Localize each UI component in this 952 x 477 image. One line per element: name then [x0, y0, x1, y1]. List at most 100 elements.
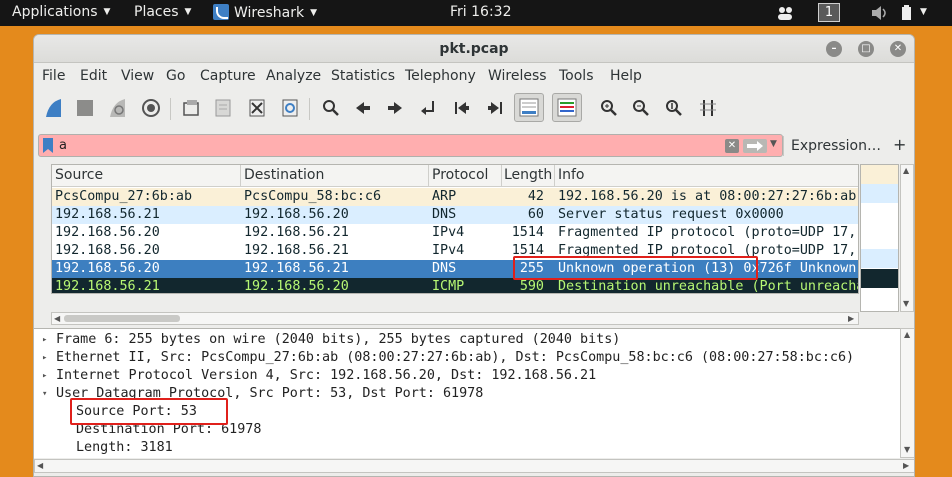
table-row[interactable]: 192.168.56.21 192.168.56.20 DNS 60 Server st… [52, 206, 858, 224]
scroll-down-icon[interactable]: ▼ [904, 445, 910, 454]
autoscroll-icon[interactable] [514, 93, 544, 122]
scroll-down-icon[interactable]: ▼ [903, 299, 909, 308]
scroll-right-icon[interactable]: ▶ [903, 461, 909, 470]
start-capture-icon[interactable] [40, 95, 66, 121]
scroll-up-icon[interactable]: ▲ [904, 330, 910, 339]
packet-list-horizontal-scrollbar[interactable]: ◀ ▶ [51, 312, 859, 325]
scroll-up-icon[interactable]: ▲ [903, 166, 909, 175]
table-row[interactable]: PcsCompu_27:6b:ab PcsCompu_58:bc:c6 ARP 42 1… [52, 188, 858, 206]
scroll-thumb[interactable] [64, 315, 180, 322]
column-length[interactable]: Length [504, 167, 552, 183]
open-file-icon[interactable] [178, 95, 204, 121]
cell-destination: 192.168.56.21 [244, 243, 349, 258]
column-info[interactable]: Info [558, 167, 585, 183]
volume-icon[interactable] [871, 5, 889, 25]
restart-capture-icon[interactable] [104, 95, 130, 121]
menu-analyze[interactable]: Analyze [266, 68, 321, 84]
table-row[interactable]: 192.168.56.20 192.168.56.21 IPv4 1514 Fragme… [52, 224, 858, 242]
display-filter-input[interactable]: a ✕ ▼ [38, 134, 783, 157]
applications-menu[interactable]: Applications ▼ [12, 4, 110, 20]
clock[interactable]: Fri 16:32 [450, 4, 511, 20]
go-to-packet-icon[interactable] [416, 95, 442, 121]
menu-capture[interactable]: Capture [200, 68, 256, 84]
menu-help[interactable]: Help [610, 68, 642, 84]
people-icon[interactable] [776, 5, 794, 25]
colorize-icon[interactable] [552, 93, 582, 122]
menu-view[interactable]: View [121, 68, 154, 84]
menu-statistics[interactable]: Statistics [331, 68, 395, 84]
normal-size-icon[interactable] [661, 95, 687, 121]
close-file-icon[interactable] [244, 95, 270, 121]
apply-filter-icon[interactable] [743, 139, 767, 153]
top-panel: Applications ▼ Places ▼ Wireshark ▼ Fri 16:… [0, 0, 952, 26]
workspace-indicator[interactable]: 1 [818, 3, 840, 22]
window-title: pkt.pcap [439, 41, 509, 57]
detail-row[interactable]: ▸ Ethernet II, Src: PcsCompu_27:6b:ab (08… [34, 349, 900, 367]
packet-list-vertical-scrollbar[interactable]: ▲ ▼ [900, 164, 914, 312]
cell-protocol: IPv4 [432, 243, 465, 258]
menu-file[interactable]: File [42, 68, 65, 84]
clear-filter-icon[interactable]: ✕ [725, 139, 739, 153]
scroll-left-icon[interactable]: ◀ [37, 461, 43, 470]
scroll-right-icon[interactable]: ▶ [848, 314, 854, 323]
stop-capture-icon[interactable] [72, 95, 98, 121]
cell-length: 42 [527, 189, 544, 204]
collapse-icon[interactable]: ▾ [42, 385, 47, 403]
places-label: Places [134, 4, 179, 20]
detail-text: Ethernet II, Src: PcsCompu_27:6b:ab (08:… [56, 350, 855, 365]
menu-go[interactable]: Go [166, 68, 185, 84]
column-protocol[interactable]: Protocol [432, 167, 488, 183]
chevron-down-icon: ▼ [310, 8, 318, 18]
table-row[interactable]: 192.168.56.21 192.168.56.20 ICMP 590 Destina… [52, 278, 858, 294]
menu-telephony[interactable]: Telephony [405, 68, 476, 84]
details-horizontal-scrollbar[interactable]: ◀ ▶ [34, 459, 914, 473]
packet-details-pane[interactable]: ▸ Frame 6: 255 bytes on wire (2040 bits),… [34, 328, 900, 458]
cell-source: 192.168.56.20 [55, 261, 160, 276]
cell-destination: PcsCompu_58:bc:c6 [244, 189, 382, 204]
menu-bar: File Edit View Go Capture Analyze Statis… [34, 64, 914, 89]
filter-history-dropdown-icon[interactable]: ▼ [770, 139, 777, 149]
expand-icon[interactable]: ▸ [42, 367, 47, 385]
packet-minimap[interactable] [860, 164, 899, 312]
cell-protocol: ICMP [432, 279, 465, 294]
expand-icon[interactable]: ▸ [42, 349, 47, 367]
maximize-icon[interactable]: □ [858, 41, 874, 57]
first-packet-icon[interactable] [449, 95, 475, 121]
add-filter-button[interactable]: + [893, 135, 906, 154]
menu-edit[interactable]: Edit [80, 68, 107, 84]
places-menu[interactable]: Places ▼ [134, 4, 191, 20]
menu-wireless[interactable]: Wireless [488, 68, 547, 84]
details-vertical-scrollbar[interactable]: ▲ ▼ [900, 328, 914, 458]
system-menu-arrow[interactable]: ▼ [920, 4, 927, 20]
zoom-out-icon[interactable] [628, 95, 654, 121]
bookmark-icon[interactable] [43, 138, 53, 153]
menu-tools[interactable]: Tools [559, 68, 594, 84]
cell-destination: 192.168.56.21 [244, 225, 349, 240]
minimize-icon[interactable]: – [826, 41, 842, 57]
go-back-icon[interactable] [350, 95, 376, 121]
expression-button[interactable]: Expression… [791, 138, 881, 154]
display-filter-value: a [59, 138, 67, 153]
last-packet-icon[interactable] [482, 95, 508, 121]
column-destination[interactable]: Destination [244, 167, 324, 183]
save-file-icon[interactable] [210, 95, 236, 121]
reload-file-icon[interactable] [277, 95, 303, 121]
battery-icon[interactable] [899, 5, 915, 25]
zoom-in-icon[interactable] [596, 95, 622, 121]
window-titlebar[interactable]: pkt.pcap – □ ✕ [34, 35, 914, 63]
active-app-menu[interactable]: Wireshark ▼ [213, 4, 317, 21]
scroll-left-icon[interactable]: ◀ [54, 314, 60, 323]
main-toolbar [34, 90, 914, 127]
detail-row[interactable]: ▸ Internet Protocol Version 4, Src: 192.1… [34, 367, 900, 385]
detail-row[interactable]: Length: 3181 [34, 439, 900, 457]
find-packet-icon[interactable] [318, 95, 344, 121]
expand-icon[interactable]: ▸ [42, 331, 47, 349]
chevron-down-icon: ▼ [184, 7, 192, 17]
capture-options-icon[interactable] [138, 95, 164, 121]
cell-source: 192.168.56.20 [55, 243, 160, 258]
go-forward-icon[interactable] [382, 95, 408, 121]
resize-columns-icon[interactable] [695, 95, 721, 121]
column-source[interactable]: Source [55, 167, 103, 183]
detail-row[interactable]: ▸ Frame 6: 255 bytes on wire (2040 bits),… [34, 331, 900, 349]
close-icon[interactable]: ✕ [890, 41, 906, 57]
